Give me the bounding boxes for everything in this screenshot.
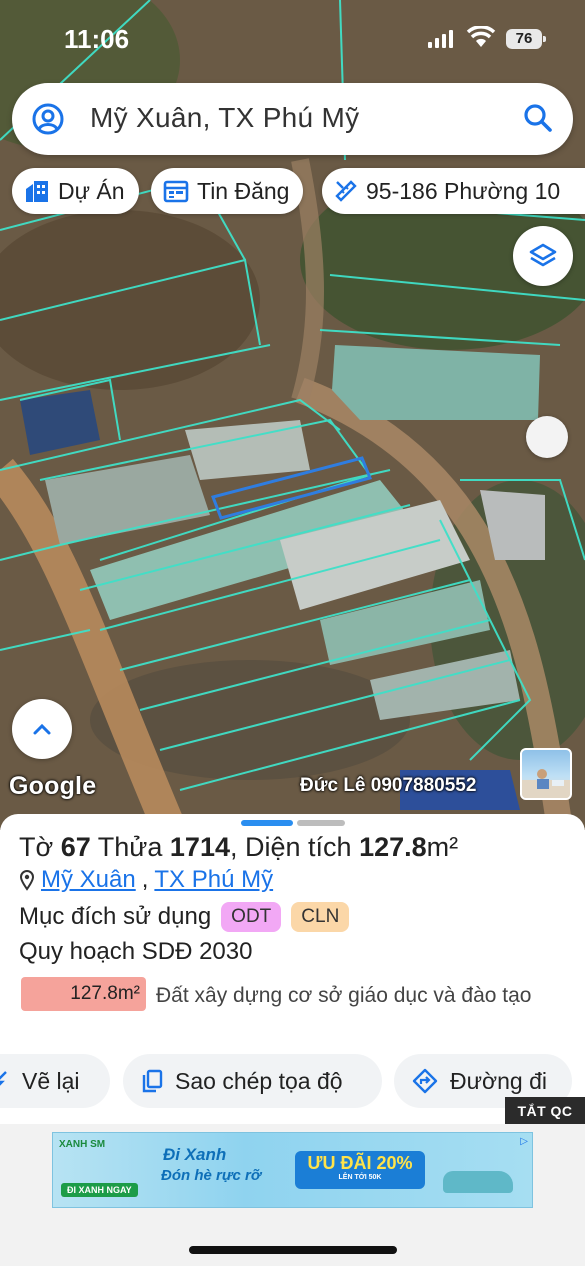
wifi-icon [466,26,496,47]
thumbnail-picture [522,769,570,798]
redraw-icon [0,1071,7,1086]
purpose-tag-cln[interactable]: CLN [291,902,350,932]
ad-container: XANH SM ĐI XANH NGAY Đi Xanh Đón hè rực … [0,1124,585,1266]
plan-label: Quy hoạch SDĐ 2030 [19,938,253,965]
location-pin-icon [19,870,35,891]
ad-offer: ƯU ĐÃI 20% LÊN TỚI 50K [295,1151,425,1189]
town-link[interactable]: TX Phú Mỹ [154,866,273,894]
ad-cta[interactable]: ĐI XANH NGAY [61,1183,138,1197]
land-use-purpose: Mục đích sử dụng ODT CLN [19,902,350,932]
copy-icon [142,1069,163,1093]
copy-coordinates-label: Sao chép tọa độ [175,1067,343,1094]
search-bar[interactable]: Mỹ Xuân, TX Phú Mỹ [12,83,573,155]
ad-offer-sub: LÊN TỚI 50K [338,1174,382,1181]
layers-button[interactable] [513,226,573,286]
sheet-number: 67 [60,832,91,862]
sheet-label: Tờ [19,832,54,862]
redraw-label: Vẽ lại [22,1067,80,1094]
account-icon[interactable] [32,103,64,135]
cellular-signal-icon [428,30,453,48]
area-value: 127.8 [359,832,427,862]
calendar-icon [163,180,189,203]
ad-info-icon[interactable]: ▷ [520,1136,528,1147]
area-unit: m² [426,832,459,862]
ward-link[interactable]: Mỹ Xuân [41,866,136,894]
directions-label: Đường đi [450,1067,547,1094]
layers-icon [529,243,557,267]
building-icon [26,181,48,202]
purpose-tag-odt[interactable]: ODT [221,902,282,932]
ad-offer-text: ƯU ĐÃI 20% [307,1153,413,1173]
area-label: Diện tích [245,832,352,862]
plan-area-description: Đất xây dựng cơ sở giáo dục và đào tạo [156,984,532,1007]
chip-tin-dang[interactable]: Tin Đăng [151,168,304,214]
ruler-icon [335,180,357,202]
map-thumbnail-image[interactable] [520,748,572,800]
search-input[interactable]: Mỹ Xuân, TX Phú Mỹ [90,102,359,134]
ad-headline-1: Đi Xanh [163,1145,227,1164]
chip-du-an-label: Dự Án [58,177,125,204]
sheet-page-indicator-active[interactable] [241,820,293,826]
plot-label: Thửa [97,832,163,862]
action-row: Vẽ lại Sao chép tọa độ Đường đi [0,1054,585,1110]
parcel-location: Mỹ Xuân, TX Phú Mỹ [19,866,273,894]
google-attribution: Google [9,772,97,800]
location-separator: , [141,866,149,893]
parcel-title: Tờ 67 Thửa 1714, Diện tích 127.8m² [19,832,458,863]
close-ad-button[interactable]: TẮT QC [505,1097,585,1125]
parcel-info-sheet: Tờ 67 Thửa 1714, Diện tích 127.8m² Mỹ Xu… [0,814,585,1124]
app-screen: 11:06 76 Mỹ Xuân, TX Phú Mỹ Dự Án Tin Đă… [0,0,585,1266]
ad-brand: XANH SM [59,1139,106,1150]
battery-level: 76 [515,30,533,47]
car-icon [443,1171,513,1193]
ad-headline-2: Đón hè rực rỡ [161,1167,261,1184]
search-icon[interactable] [523,103,553,133]
plot-number: 1714 [169,832,230,862]
chip-du-an[interactable]: Dự Án [12,168,139,214]
copy-coordinates-button[interactable]: Sao chép tọa độ [123,1054,382,1108]
chevron-up-icon [33,723,51,735]
ad-banner[interactable]: XANH SM ĐI XANH NGAY Đi Xanh Đón hè rực … [52,1132,533,1208]
map-watermark: Đức Lê 0907880552 [300,775,477,796]
redraw-button[interactable]: Vẽ lại [0,1054,110,1108]
chip-ruler[interactable]: 95-186 Phường 10 [322,168,585,214]
purpose-label: Mục đích sử dụng [19,903,212,930]
battery-icon: 76 [506,29,546,49]
plan-area-badge: 127.8m² [21,977,146,1011]
map-drag-handle[interactable] [526,416,568,458]
status-bar: 11:06 76 [0,0,585,78]
title-comma: , [229,832,238,862]
status-time: 11:06 [64,24,130,54]
chip-tin-dang-label: Tin Đăng [197,177,290,204]
sheet-page-indicator[interactable] [297,820,345,826]
expand-sheet-button[interactable] [12,699,72,759]
chip-ruler-label: 95-186 Phường 10 [366,177,561,204]
home-indicator[interactable] [189,1246,397,1254]
directions-icon [412,1068,438,1094]
